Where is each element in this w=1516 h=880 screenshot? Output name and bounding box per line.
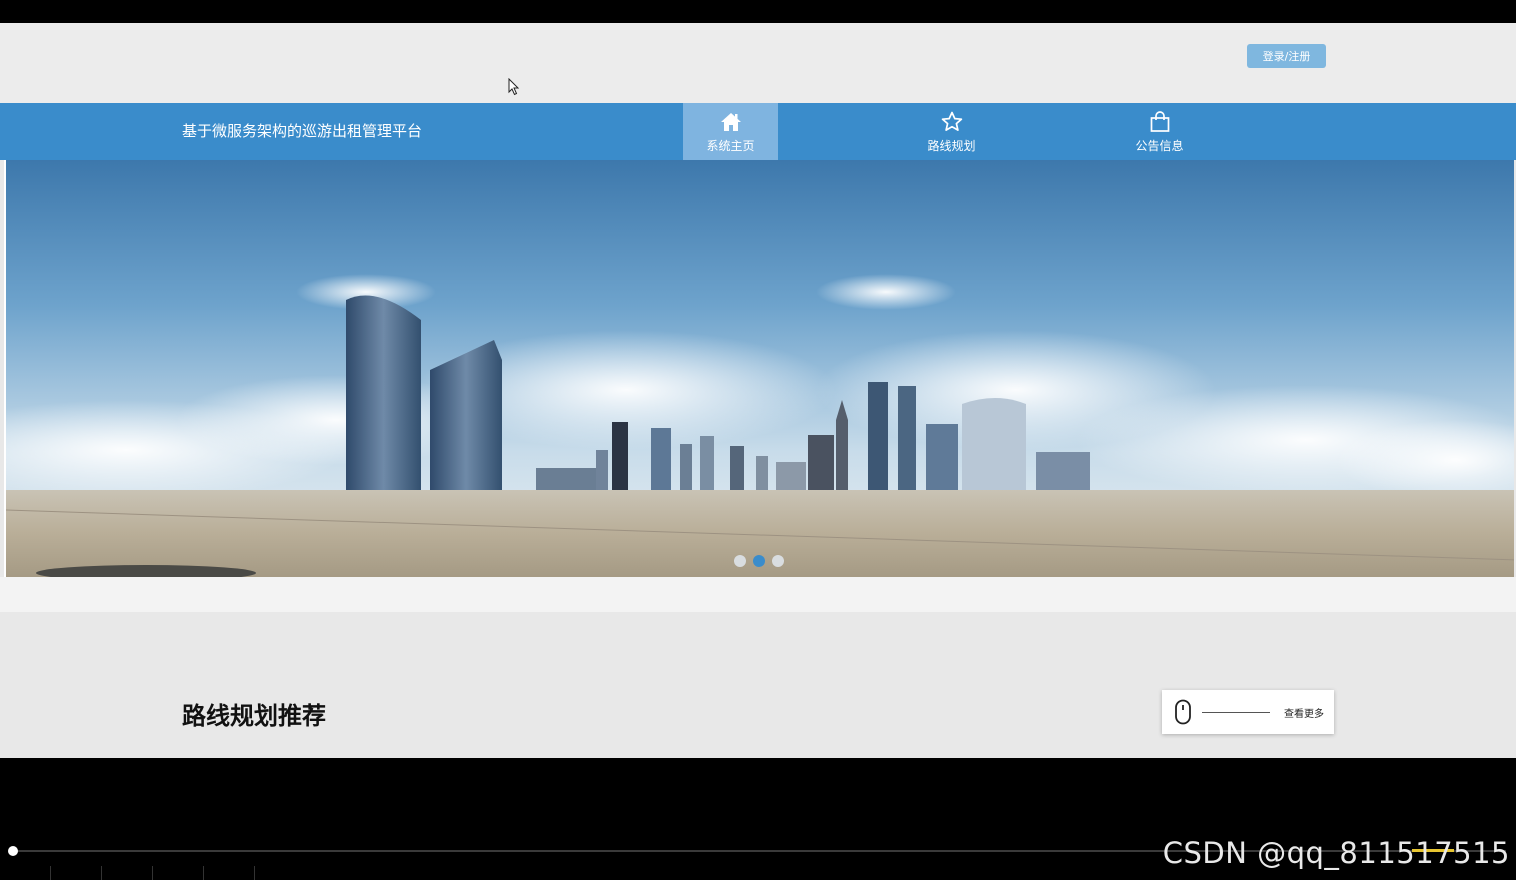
page: 登录/注册 基于微服务架构的巡游出租管理平台 系统主页 路线规划 公告信息 路线…	[0, 23, 1516, 758]
bottom-tab	[153, 866, 204, 880]
star-icon	[941, 111, 962, 131]
bottom-tab	[102, 866, 153, 880]
mouse-cursor-icon	[508, 78, 520, 96]
nav-item-home[interactable]: 系统主页	[683, 103, 778, 160]
carousel-banner[interactable]	[4, 160, 1514, 577]
progress-knob[interactable]	[8, 846, 18, 856]
route-recommend-section: 路线规划推荐 查看更多	[0, 612, 1516, 758]
view-more-button[interactable]: 查看更多	[1162, 690, 1334, 734]
home-icon	[720, 113, 741, 131]
bottom-tab	[204, 866, 255, 880]
watermark-text: CSDN @qq_811517515	[1162, 836, 1510, 870]
nav-item-label: 系统主页	[706, 139, 755, 153]
site-title: 基于微服务架构的巡游出租管理平台	[182, 122, 423, 140]
top-strip: 登录/注册	[0, 23, 1516, 103]
nav-item-label: 公告信息	[1135, 139, 1184, 153]
shopping-bag-icon	[1150, 111, 1169, 132]
carousel-dot-active[interactable]	[753, 555, 765, 567]
carousel-indicators	[734, 555, 784, 567]
divider-line	[1202, 711, 1270, 713]
section-title: 路线规划推荐	[182, 702, 326, 730]
video-player-bar: CSDN @qq_811517515	[0, 758, 1516, 880]
navbar: 基于微服务架构的巡游出租管理平台 系统主页 路线规划 公告信息	[0, 103, 1516, 160]
carousel-dot[interactable]	[734, 555, 746, 567]
view-more-label: 查看更多	[1284, 708, 1324, 720]
top-black-bar	[0, 0, 1516, 23]
section-spacer	[0, 577, 1516, 612]
nav-item-announcements[interactable]: 公告信息	[1112, 103, 1207, 160]
city-skyline-image	[6, 160, 1514, 577]
mouse-icon	[1175, 699, 1191, 725]
nav-item-label: 路线规划	[927, 139, 976, 153]
bottom-tab	[51, 866, 102, 880]
bottom-tab-strip	[0, 866, 1516, 880]
bottom-tab	[0, 866, 51, 880]
nav-item-route-planning[interactable]: 路线规划	[904, 103, 999, 160]
carousel-dot[interactable]	[772, 555, 784, 567]
login-register-button[interactable]: 登录/注册	[1247, 44, 1326, 68]
